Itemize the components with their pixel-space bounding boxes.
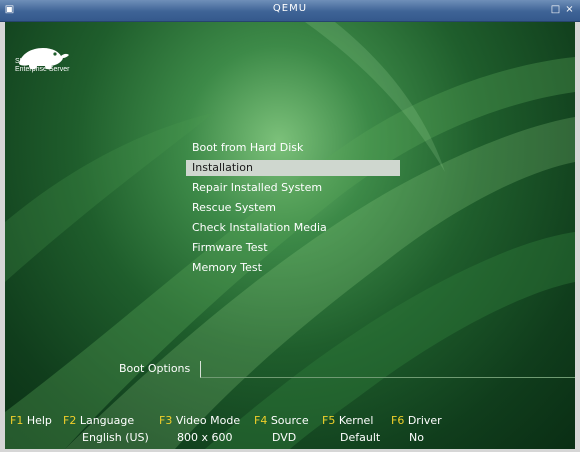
- menu-item-firmware-test[interactable]: Firmware Test: [186, 240, 400, 256]
- f1-label: Help: [26, 414, 52, 427]
- menu-item-check-installation-media[interactable]: Check Installation Media: [186, 220, 400, 236]
- f3-label: Video Mode: [175, 414, 241, 427]
- boot-options: Boot Options: [119, 361, 575, 379]
- f4-value: DVD: [272, 431, 297, 444]
- f6-driver[interactable]: F6 Driver: [391, 414, 442, 427]
- f4-source[interactable]: F4 Source: [254, 414, 309, 427]
- window-title: QEMU: [272, 3, 308, 14]
- menu-item-installation[interactable]: Installation: [186, 160, 400, 176]
- f4-label: Source: [270, 414, 309, 427]
- vm-screen[interactable]: SUSE. Linux Enterprise Server Boot from …: [5, 22, 575, 449]
- brand-line-2: Enterprise Server: [15, 66, 70, 73]
- brand-line-1: SUSE. Linux: [15, 58, 55, 65]
- f2-language[interactable]: F2 Language: [63, 414, 134, 427]
- f2-key: F2: [63, 414, 77, 427]
- maximize-icon[interactable]: □: [550, 4, 561, 15]
- f5-kernel[interactable]: F5 Kernel: [322, 414, 373, 427]
- close-icon[interactable]: ×: [564, 4, 575, 15]
- function-key-bar: F1 Help F2 Language English (US) F3 Vide…: [10, 414, 570, 448]
- menu-item-repair-installed-system[interactable]: Repair Installed System: [186, 180, 400, 196]
- brand-text: SUSE. Linux Enterprise Server: [15, 58, 69, 74]
- qemu-window: ▣ QEMU □ × SUSE. Linux Enterprise Server…: [0, 0, 580, 452]
- f6-key: F6: [391, 414, 405, 427]
- suse-chameleon-logo: [19, 48, 69, 70]
- f1-key: F1: [10, 414, 24, 427]
- title-bar[interactable]: ▣ QEMU □ ×: [0, 0, 580, 22]
- f4-key: F4: [254, 414, 268, 427]
- f3-key: F3: [159, 414, 173, 427]
- boot-menu: Boot from Hard Disk Installation Repair …: [186, 140, 400, 280]
- boot-options-input[interactable]: [200, 361, 575, 378]
- f5-label: Kernel: [338, 414, 374, 427]
- f5-key: F5: [322, 414, 336, 427]
- f6-label: Driver: [407, 414, 442, 427]
- f3-value: 800 x 600: [177, 431, 233, 444]
- f6-value: No: [409, 431, 424, 444]
- f3-video-mode[interactable]: F3 Video Mode: [159, 414, 240, 427]
- f1-help[interactable]: F1 Help: [10, 414, 52, 427]
- menu-item-boot-from-hard-disk[interactable]: Boot from Hard Disk: [186, 140, 400, 156]
- menu-item-rescue-system[interactable]: Rescue System: [186, 200, 400, 216]
- f2-label: Language: [79, 414, 135, 427]
- menu-item-memory-test[interactable]: Memory Test: [186, 260, 400, 276]
- boot-options-label: Boot Options: [119, 362, 191, 375]
- f5-value: Default: [340, 431, 381, 444]
- f2-value: English (US): [82, 431, 149, 444]
